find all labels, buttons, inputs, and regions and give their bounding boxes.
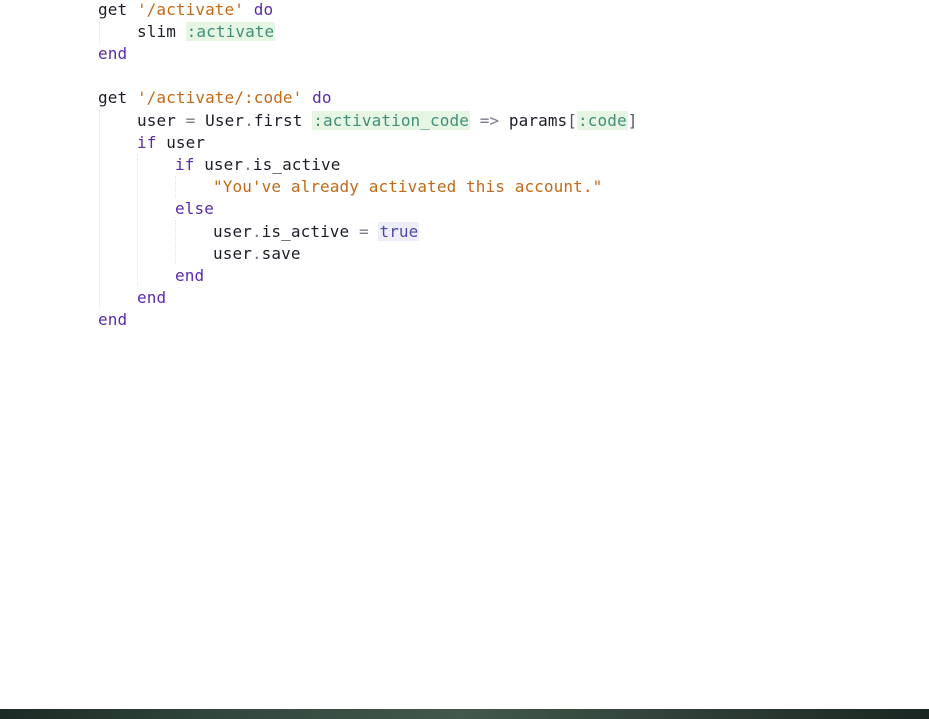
symbol-token: :activation_code xyxy=(312,111,470,130)
code-token: User xyxy=(195,111,245,130)
code-line[interactable]: user.save xyxy=(213,243,301,265)
symbol-token: :code xyxy=(577,111,628,130)
keyword-token: end xyxy=(98,44,128,63)
string-token: '/activate' xyxy=(136,0,244,19)
keyword-token: do xyxy=(312,88,332,107)
code-line[interactable]: end xyxy=(98,309,127,331)
keyword-token: end xyxy=(98,310,128,329)
string-token: '/activate/:code' xyxy=(136,88,303,107)
code-line[interactable]: user = User.first :activation_code => pa… xyxy=(137,110,637,132)
constant-token: true xyxy=(378,222,420,241)
code-line[interactable]: if user.is_active xyxy=(175,154,340,176)
string-token: "You've already activated this account." xyxy=(213,177,603,196)
code-line[interactable]: get '/activate/:code' do xyxy=(98,87,332,109)
keyword-token: end xyxy=(175,266,205,285)
indent-guide xyxy=(99,110,100,308)
keyword-token: else xyxy=(175,199,214,218)
keyword-token: if xyxy=(137,133,157,152)
code-line[interactable]: end xyxy=(175,265,204,287)
indent-guide xyxy=(175,220,176,264)
code-line[interactable]: end xyxy=(137,287,166,309)
desktop-taskbar xyxy=(0,709,929,719)
operator-token: . xyxy=(244,111,254,130)
operator-token: = xyxy=(185,111,196,130)
operator-token: . xyxy=(243,155,253,174)
keyword-token: end xyxy=(137,288,167,307)
code-token: is_active xyxy=(252,155,341,174)
keyword-token: if xyxy=(175,155,195,174)
code-token: user xyxy=(194,155,244,174)
code-line[interactable]: if user xyxy=(137,132,205,154)
indent-guide xyxy=(99,22,100,44)
code-token: user xyxy=(137,111,186,130)
code-editor[interactable]: get '/activate' do slim :activate end ge… xyxy=(0,0,929,709)
code-line[interactable]: user.is_active = true xyxy=(213,221,420,243)
code-line[interactable]: else xyxy=(175,198,214,220)
code-token: first xyxy=(253,111,313,130)
operator-token: = xyxy=(359,222,369,241)
code-token: get xyxy=(98,88,137,107)
bracket-token: [ xyxy=(567,111,578,130)
operator-token: => xyxy=(479,111,500,130)
code-token: save xyxy=(261,244,301,263)
code-token: user xyxy=(156,133,206,152)
code-token: slim xyxy=(137,22,186,41)
code-line[interactable]: slim :activate xyxy=(137,21,276,43)
code-line[interactable]: "You've already activated this account." xyxy=(213,176,602,198)
operator-token: . xyxy=(251,244,262,263)
indent-guide xyxy=(137,154,138,286)
code-token: user xyxy=(213,222,252,241)
keyword-token: do xyxy=(253,0,274,19)
bracket-token: ] xyxy=(627,111,638,130)
code-token: user xyxy=(213,244,252,263)
code-line[interactable]: get '/activate' do xyxy=(98,0,273,21)
code-line[interactable]: end xyxy=(98,43,127,65)
symbol-token: :activate xyxy=(185,22,276,41)
code-token: get xyxy=(98,0,137,19)
indent-guide xyxy=(175,176,176,198)
operator-token: . xyxy=(251,222,262,241)
code-token: params xyxy=(499,111,568,130)
code-token: is_active xyxy=(261,222,359,241)
